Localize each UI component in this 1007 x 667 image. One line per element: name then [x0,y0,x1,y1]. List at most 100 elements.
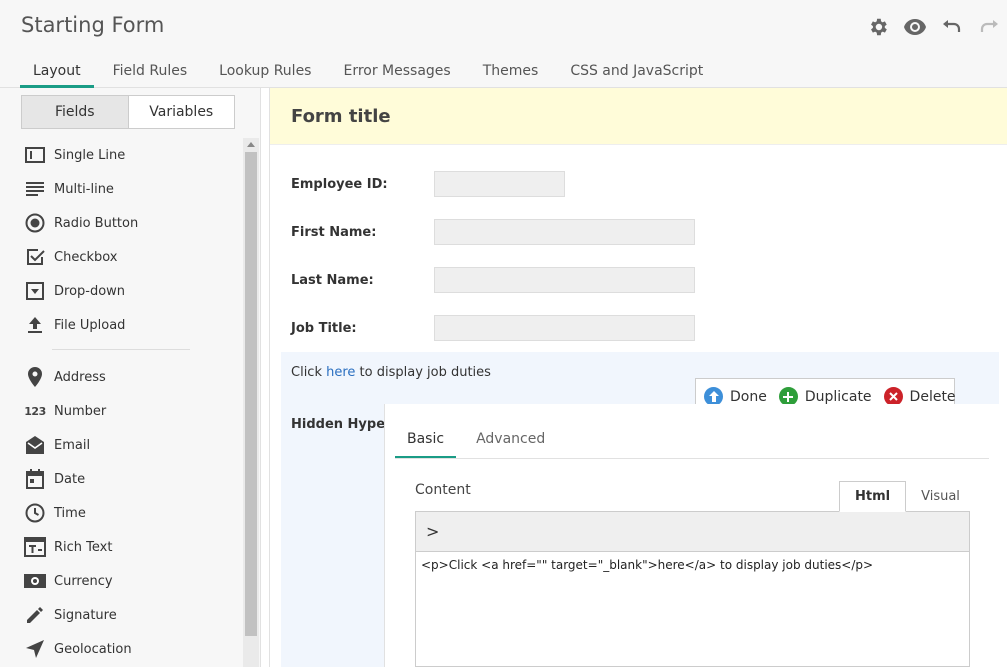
field-palette: Fields Variables Single Line Multi-line … [0,88,261,667]
field-item-file-upload[interactable]: File Upload [0,308,242,342]
location-arrow-icon [24,638,46,660]
tab-advanced[interactable]: Advanced [464,419,557,459]
palette-scrollbar[interactable] [243,138,259,667]
scroll-up-arrow[interactable] [247,142,255,147]
field-item-geolocation[interactable]: Geolocation [0,632,242,666]
chevron-right-icon[interactable]: > [426,522,439,541]
field-label: Employee ID: [291,176,388,192]
rich-text-before: Click [291,365,327,380]
tab-lookup-rules[interactable]: Lookup Rules [206,61,324,88]
job-duties-link[interactable]: here [326,365,355,380]
field-item-label: Currency [54,573,113,589]
rich-text-after: to display job duties [355,365,491,380]
first-name-input[interactable] [434,219,695,245]
field-item-label: Number [54,403,107,419]
last-name-input[interactable] [434,267,695,293]
file-upload-icon [24,314,46,336]
gear-icon[interactable] [859,14,896,40]
form-canvas: Form title Employee ID: First Name: Last… [269,88,1007,667]
field-item-time[interactable]: Time [0,496,242,530]
eye-icon[interactable] [896,14,933,40]
form-row-last-name[interactable]: Last Name: [291,267,695,293]
html-source-textarea[interactable]: <p>Click <a href="" target="_blank">here… [416,552,969,578]
palette-toggle: Fields Variables [21,95,235,129]
rich-text-content[interactable]: Click here to display job duties [291,365,491,380]
field-item-signature[interactable]: Signature [0,598,242,632]
tab-themes[interactable]: Themes [470,61,552,88]
field-item-multi-line[interactable]: Multi-line [0,172,242,206]
field-item-label: File Upload [54,317,126,333]
tab-css-javascript[interactable]: CSS and JavaScript [557,61,716,88]
form-row-first-name[interactable]: First Name: [291,219,695,245]
delete-label: Delete [909,388,956,405]
fields-tab-button[interactable]: Fields [22,96,129,128]
field-item-checkbox[interactable]: Checkbox [0,240,242,274]
rich-text-icon [24,536,46,558]
field-item-rich-text[interactable]: Rich Text [0,530,242,564]
field-item-number[interactable]: 123 Number [0,394,242,428]
field-list: Single Line Multi-line Radio Button Chec… [0,138,242,666]
field-item-drop-down[interactable]: Drop-down [0,274,242,308]
checkbox-icon [24,246,46,268]
form-row-job-title[interactable]: Job Title: [291,315,695,341]
content-label: Content [415,482,471,498]
tab-html[interactable]: Html [839,481,907,512]
field-item-email[interactable]: Email [0,428,242,462]
clock-icon [24,502,46,524]
duplicate-label: Duplicate [804,388,872,405]
single-line-icon [24,144,46,166]
radio-button-icon [24,212,46,234]
dropdown-icon [24,280,46,302]
editor-mode-tabs: Html Visual [839,481,975,512]
employee-id-input[interactable] [434,171,565,197]
field-item-label: Radio Button [54,215,139,231]
field-item-label: Drop-down [54,283,126,299]
tab-visual[interactable]: Visual [906,481,975,512]
form-title-bar[interactable]: Form title [270,88,1007,145]
done-label: Done [730,388,767,405]
tab-basic[interactable]: Basic [395,419,457,459]
currency-icon [24,570,46,592]
field-properties-panel: Basic Advanced Content Html Visual > <p>… [384,404,1006,667]
email-icon [24,434,46,456]
field-item-label: Time [54,505,86,521]
field-item-address[interactable]: Address [0,360,242,394]
form-title: Form title [291,106,391,127]
scroll-thumb[interactable] [245,152,257,636]
number-icon: 123 [24,404,46,418]
field-item-radio-button[interactable]: Radio Button [0,206,242,240]
tab-layout[interactable]: Layout [20,61,94,88]
app-title: Starting Form [21,13,165,37]
calendar-icon [24,468,46,490]
undo-icon[interactable] [933,14,970,40]
field-group-divider [52,349,190,350]
field-item-currency[interactable]: Currency [0,564,242,598]
editor-toolbar: > [416,512,969,552]
field-item-label: Single Line [54,147,126,163]
field-item-date[interactable]: Date [0,462,242,496]
header-toolbar [859,14,1007,40]
field-label: Job Title: [291,320,357,336]
field-item-label: Geolocation [54,641,132,657]
field-item-label: Rich Text [54,539,113,555]
field-item-single-line[interactable]: Single Line [0,138,242,172]
properties-tab-divider [395,458,989,459]
html-editor[interactable]: > <p>Click <a href="" target="_blank">he… [415,511,970,667]
form-row-employee-id[interactable]: Employee ID: [291,171,565,197]
job-title-input[interactable] [434,315,695,341]
tab-field-rules[interactable]: Field Rules [100,61,201,88]
multi-line-icon [24,178,46,200]
tab-error-messages[interactable]: Error Messages [330,61,463,88]
field-item-label: Multi-line [54,181,114,197]
pen-icon [24,604,46,626]
field-item-label: Date [54,471,86,487]
field-label: First Name: [291,224,377,240]
hidden-field-label: Hidden Hyperlink [291,417,384,432]
field-item-label: Checkbox [54,249,118,265]
field-item-label: Email [54,437,91,453]
variables-tab-button[interactable]: Variables [128,96,234,128]
field-item-label: Signature [54,607,117,623]
properties-tabs: Basic Advanced [395,419,565,459]
map-pin-icon [24,366,46,388]
app-header: Starting Form Layout Field Rules Lookup … [0,0,1007,88]
